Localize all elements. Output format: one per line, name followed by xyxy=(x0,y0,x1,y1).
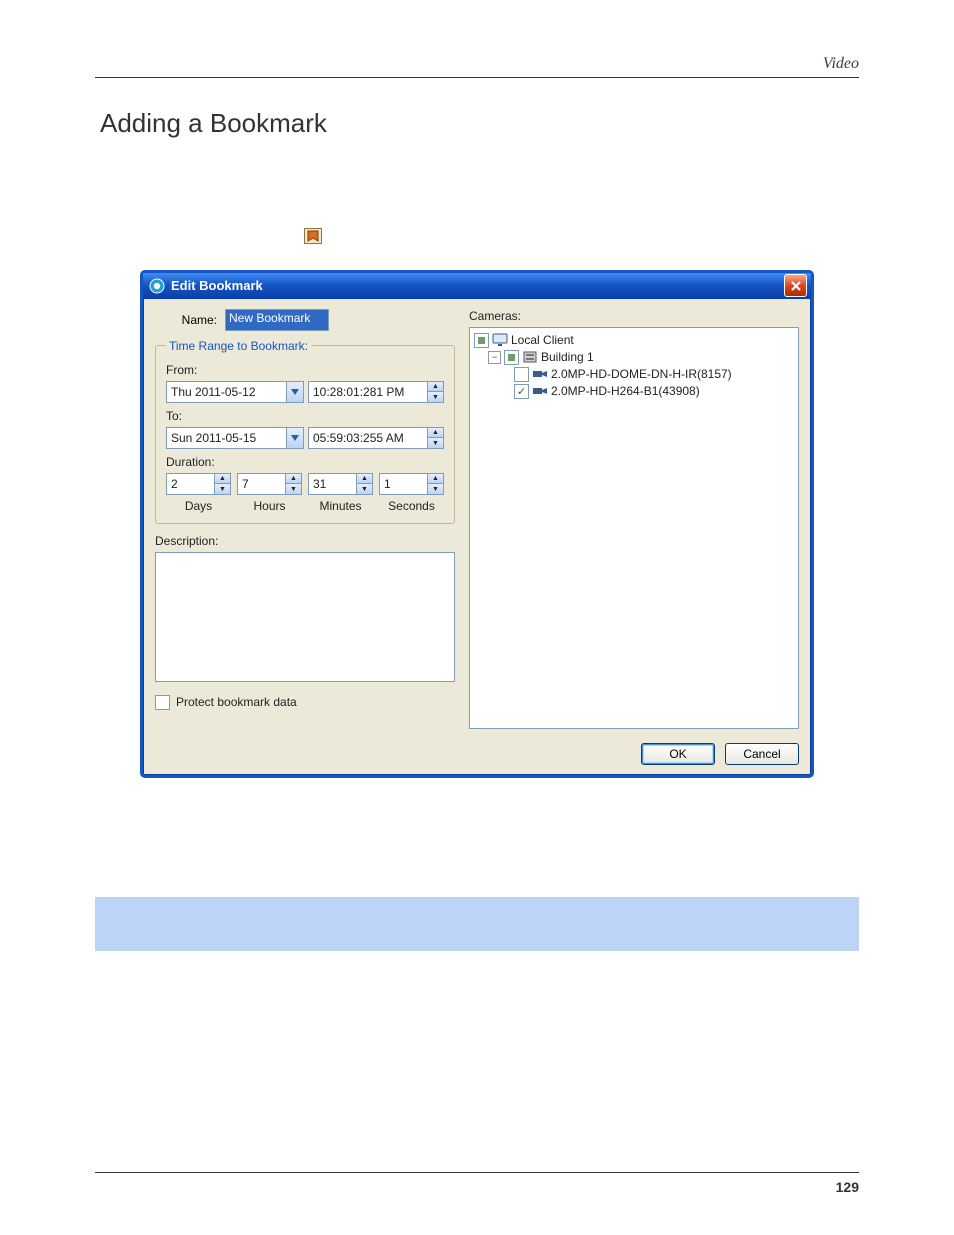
duration-hours-value: 7 xyxy=(238,474,285,494)
spin-up-icon[interactable]: ▲ xyxy=(357,474,372,484)
minutes-unit-label: Minutes xyxy=(308,499,373,513)
tree-root-checkbox[interactable] xyxy=(474,333,489,348)
name-label: Name: xyxy=(155,313,217,327)
footer-rule xyxy=(95,1172,859,1173)
to-date-value: Sun 2011-05-15 xyxy=(167,431,286,445)
duration-minutes-spinner[interactable]: 31 ▲▼ xyxy=(308,473,373,495)
tree-site-row[interactable]: − Building 1 xyxy=(474,349,794,366)
seconds-unit-label: Seconds xyxy=(379,499,444,513)
step-4: In the Cameras pane, select all the came… xyxy=(121,863,859,883)
protect-label: Protect bookmark data xyxy=(176,695,297,709)
spin-up-icon[interactable]: ▲ xyxy=(428,428,443,438)
spin-up-icon[interactable]: ▲ xyxy=(428,474,443,484)
tree-camera-checkbox[interactable] xyxy=(514,384,529,399)
spin-up-icon[interactable]: ▲ xyxy=(215,474,230,484)
server-icon xyxy=(522,350,538,364)
edit-bookmark-dialog: Edit Bookmark Name: New Bookmark Time Ra… xyxy=(140,270,814,778)
step-1-text: 1. Perform a search. xyxy=(95,208,217,223)
step-3: Enter a name for the bookmark. xyxy=(121,833,859,853)
duration-unit-labels: Days Hours Minutes Seconds xyxy=(166,499,444,513)
ok-button[interactable]: OK xyxy=(641,743,715,765)
tree-root-label: Local Client xyxy=(511,333,574,347)
steps-list: Enter a name for the bookmark. In the Ca… xyxy=(95,833,859,884)
spin-down-icon[interactable]: ▼ xyxy=(286,483,301,494)
tree-camera-label: 2.0MP-HD-H264-B1(43908) xyxy=(551,384,700,398)
tree-camera-row[interactable]: 2.0MP-HD-DOME-DN-H-IR(8157) xyxy=(474,366,794,383)
step-2-text-a: 2. Select a search result then click xyxy=(95,229,300,244)
spin-down-icon[interactable]: ▼ xyxy=(357,483,372,494)
page-header-section: Video xyxy=(95,55,859,73)
spin-down-icon[interactable]: ▼ xyxy=(428,391,443,402)
name-input[interactable]: New Bookmark xyxy=(225,309,329,331)
step-2-text-b: . The Edit Bookmark dialog box appears. xyxy=(325,229,569,244)
chevron-down-icon[interactable] xyxy=(286,382,303,402)
page-number: 129 xyxy=(95,1179,859,1195)
tree-camera-row[interactable]: 2.0MP-HD-H264-B1(43908) xyxy=(474,383,794,400)
intro-text-1: You can add bookmarks to recorded video … xyxy=(95,165,859,187)
tree-expander[interactable]: − xyxy=(488,351,501,364)
spin-up-icon[interactable]: ▲ xyxy=(428,382,443,392)
intro-text-2: 1. Perform a search. 2. Select a search … xyxy=(95,205,859,248)
spin-down-icon[interactable]: ▼ xyxy=(428,437,443,448)
from-date-picker[interactable]: Thu 2011-05-12 xyxy=(166,381,304,403)
from-label: From: xyxy=(166,363,444,377)
chevron-down-icon[interactable] xyxy=(286,428,303,448)
to-label: To: xyxy=(166,409,444,423)
close-button[interactable] xyxy=(784,274,807,297)
tree-site-checkbox[interactable] xyxy=(504,350,519,365)
to-date-picker[interactable]: Sun 2011-05-15 xyxy=(166,427,304,449)
section-title: Adding a Bookmark xyxy=(100,108,859,139)
protect-checkbox[interactable] xyxy=(155,695,170,710)
time-range-legend: Time Range to Bookmark: xyxy=(166,339,311,353)
spin-down-icon[interactable]: ▼ xyxy=(215,483,230,494)
hours-unit-label: Hours xyxy=(237,499,302,513)
cancel-button[interactable]: Cancel xyxy=(725,743,799,765)
camera-icon xyxy=(532,367,548,381)
camera-icon xyxy=(532,384,548,398)
duration-minutes-value: 31 xyxy=(309,474,356,494)
description-textarea[interactable] xyxy=(155,552,455,682)
duration-hours-spinner[interactable]: 7 ▲▼ xyxy=(237,473,302,495)
figure-caption: Figure A. Add Bookmark dialog box xyxy=(95,792,859,807)
cameras-label: Cameras: xyxy=(469,309,799,323)
duration-days-value: 2 xyxy=(167,474,214,494)
cameras-tree[interactable]: Local Client − Building 1 xyxy=(469,327,799,729)
dialog-title: Edit Bookmark xyxy=(171,278,784,293)
app-icon xyxy=(149,278,165,294)
tree-camera-label: 2.0MP-HD-DOME-DN-H-IR(8157) xyxy=(551,367,732,381)
tree-root-row[interactable]: Local Client xyxy=(474,332,794,349)
days-unit-label: Days xyxy=(166,499,231,513)
duration-label: Duration: xyxy=(166,455,444,469)
monitor-icon xyxy=(492,333,508,347)
duration-seconds-spinner[interactable]: 1 ▲▼ xyxy=(379,473,444,495)
to-time-value: 05:59:03:255 AM xyxy=(309,428,427,448)
note-box: Note: You can only bookmark multiple cam… xyxy=(95,897,859,951)
duration-days-spinner[interactable]: 2 ▲▼ xyxy=(166,473,231,495)
time-range-group: Time Range to Bookmark: From: Thu 2011-0… xyxy=(155,339,455,524)
from-date-value: Thu 2011-05-12 xyxy=(167,385,286,399)
duration-seconds-value: 1 xyxy=(380,474,427,494)
spin-up-icon[interactable]: ▲ xyxy=(286,474,301,484)
description-label: Description: xyxy=(155,534,455,548)
header-rule xyxy=(95,77,859,78)
tree-site-label: Building 1 xyxy=(541,350,594,364)
to-time-spinner[interactable]: 05:59:03:255 AM ▲▼ xyxy=(308,427,444,449)
tree-camera-checkbox[interactable] xyxy=(514,367,529,382)
from-time-value: 10:28:01:281 PM xyxy=(309,382,427,402)
dialog-titlebar[interactable]: Edit Bookmark xyxy=(143,273,811,299)
from-time-spinner[interactable]: 10:28:01:281 PM ▲▼ xyxy=(308,381,444,403)
bookmark-toolbar-icon xyxy=(304,228,322,244)
spin-down-icon[interactable]: ▼ xyxy=(428,483,443,494)
